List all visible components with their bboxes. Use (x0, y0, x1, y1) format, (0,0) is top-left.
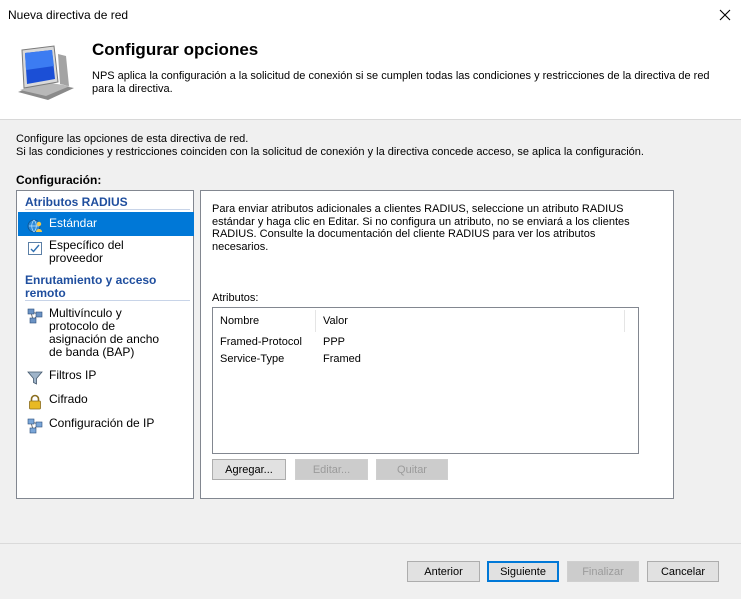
nav-item-label: Estándar (49, 216, 98, 230)
padlock-icon (29, 394, 41, 410)
cancel-button[interactable]: Cancelar (647, 561, 719, 582)
nav-item-ip-settings[interactable]: Configuración de IP (18, 417, 194, 435)
nav-item-standard[interactable]: Estándar (18, 212, 194, 236)
nav-item-label: Específico del proveedor (49, 238, 124, 265)
attribute-name: Framed-Protocol (220, 336, 302, 348)
globe-user-icon (27, 219, 42, 233)
intro-text: Configure las opciones de esta directiva… (16, 133, 731, 159)
nav-item-label: Configuración de IP (49, 416, 155, 430)
attribute-value: Framed (323, 353, 361, 365)
nav-item-multilink-bap[interactable]: Multivínculo y protocolo de asignación d… (18, 307, 194, 361)
nav-item-vendor-specific[interactable]: Específico del proveedor (18, 239, 194, 267)
window-title: Nueva directiva de red (8, 8, 129, 22)
attributes-label: Atributos: (212, 292, 259, 304)
column-header-name[interactable]: Nombre (220, 315, 259, 327)
network-nodes-icon (27, 308, 43, 324)
nav-item-encryption[interactable]: Cifrado (18, 393, 194, 411)
attributes-list[interactable]: Nombre Valor Framed-Protocol PPP Service… (212, 307, 639, 454)
attribute-name: Service-Type (220, 353, 285, 365)
next-button[interactable]: Siguiente (487, 561, 559, 582)
page-title: Configurar opciones (92, 40, 259, 59)
intro-line-1: Configure las opciones de esta directiva… (16, 133, 249, 145)
column-separator (624, 310, 625, 332)
group-heading-radius: Atributos RADIUS (25, 195, 128, 209)
nav-item-label: Filtros IP (49, 368, 97, 382)
funnel-icon (27, 371, 43, 385)
attribute-value: PPP (323, 336, 346, 348)
group-divider (25, 300, 190, 301)
back-button[interactable]: Anterior (407, 561, 480, 582)
network-computers-icon (27, 418, 43, 434)
title-bar: Nueva directiva de red (0, 0, 741, 31)
remove-button[interactable]: Quitar (376, 459, 448, 480)
nav-item-label: Cifrado (49, 392, 88, 406)
configuration-label: Configuración: (16, 173, 102, 187)
close-icon (719, 9, 731, 21)
settings-tree: Atributos RADIUS Estándar Específico del… (16, 190, 194, 499)
attributes-description: Para enviar atributos adicionales a clie… (212, 203, 630, 253)
checklist-icon (28, 242, 42, 255)
intro-line-2: Si las condiciones y restricciones coinc… (16, 146, 644, 158)
edit-button[interactable]: Editar... (295, 459, 368, 480)
column-separator (315, 310, 316, 332)
add-button[interactable]: Agregar... (212, 459, 286, 480)
wizard-header: Configurar opciones NPS aplica la config… (0, 31, 741, 120)
finish-button[interactable]: Finalizar (567, 561, 639, 582)
close-button[interactable] (712, 3, 738, 27)
computer-monitor-icon (18, 45, 74, 100)
column-header-value[interactable]: Valor (323, 315, 348, 327)
footer-divider (0, 543, 741, 544)
group-heading-routing: Enrutamiento y acceso remoto (25, 273, 157, 300)
page-description: NPS aplica la configuración a la solicit… (92, 70, 710, 95)
nav-item-ip-filters[interactable]: Filtros IP (18, 369, 194, 387)
group-divider (25, 209, 190, 210)
nav-item-label: Multivínculo y protocolo de asignación d… (49, 306, 160, 359)
